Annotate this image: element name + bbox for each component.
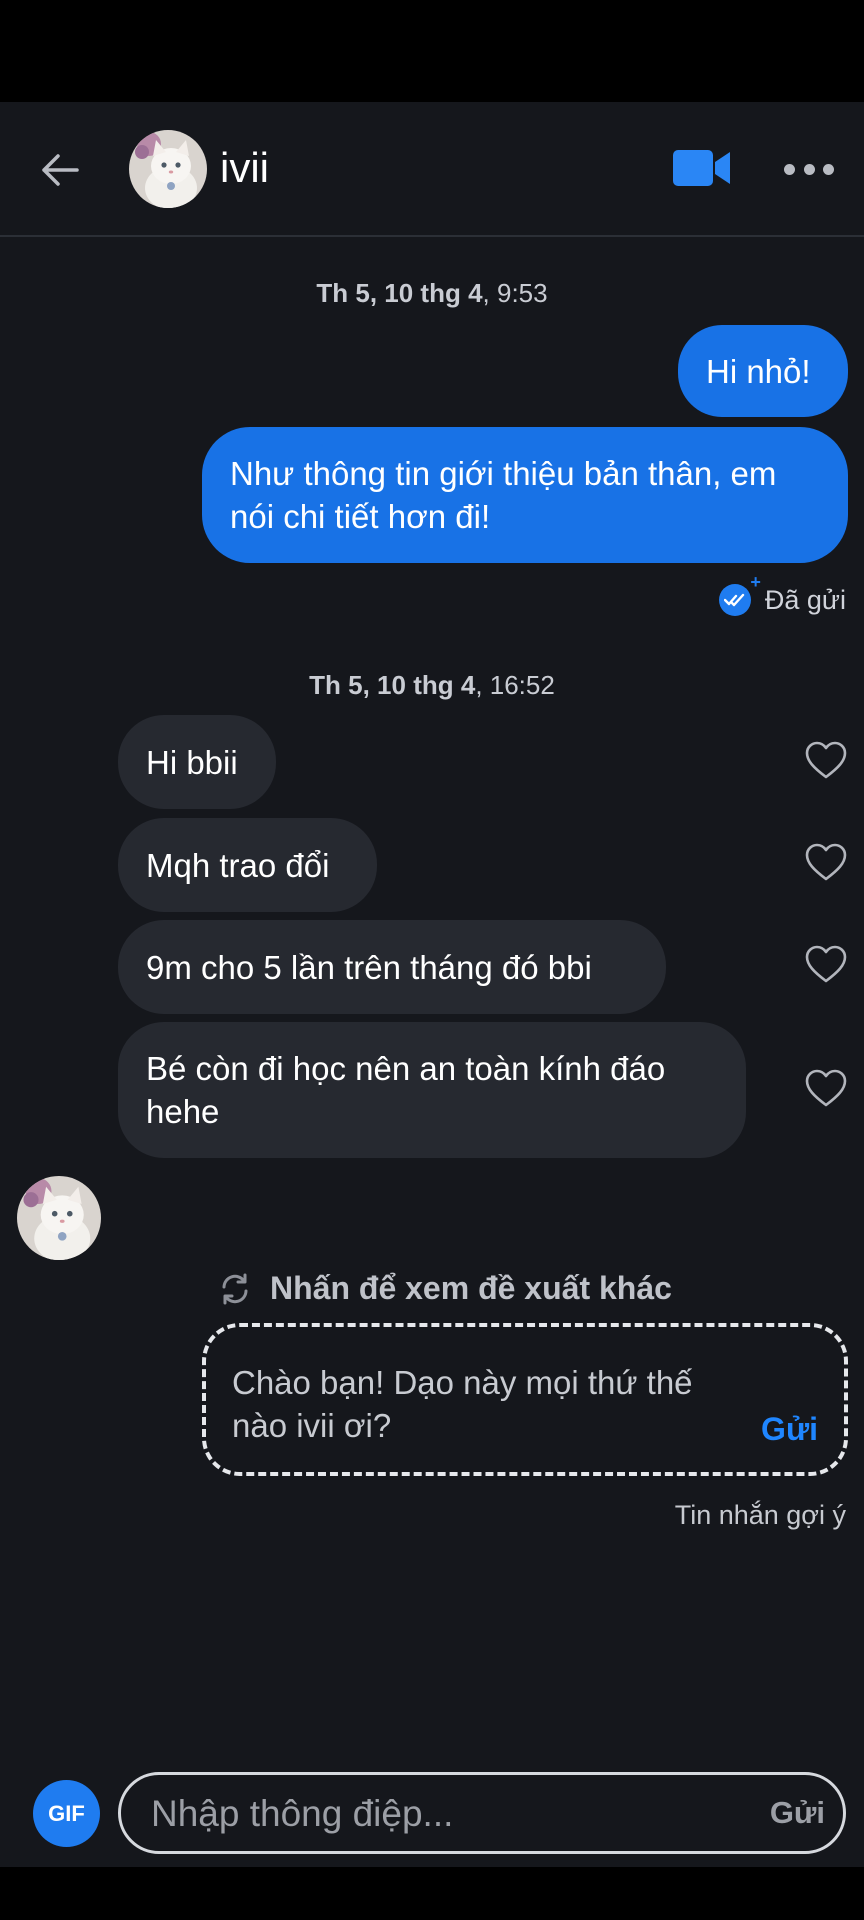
message-text: Như thông tin giới thiệu bản thân, em nó… <box>230 455 777 535</box>
like-button[interactable] <box>804 740 848 780</box>
timestamp-date: Th 5, 10 thg 4 <box>316 278 483 308</box>
contact-avatar[interactable] <box>129 130 207 208</box>
message-text: Hi nhỏ! <box>706 352 811 390</box>
message-text: Mqh trao đổi <box>146 846 330 884</box>
cat-avatar-image <box>129 130 207 208</box>
delivery-status-text: Đã gửi <box>764 584 846 615</box>
status-bar <box>0 0 864 102</box>
contact-name[interactable]: ivii <box>220 144 269 192</box>
contact-avatar[interactable] <box>17 1176 101 1260</box>
refresh-suggestions-label: Nhấn để xem đề xuất khác <box>270 1270 672 1306</box>
refresh-suggestions-button[interactable]: Nhấn để xem đề xuất khác <box>218 1270 672 1307</box>
like-button[interactable] <box>804 944 848 984</box>
gif-button[interactable]: GIF <box>33 1780 100 1847</box>
incoming-message[interactable]: Mqh trao đổi <box>118 818 377 912</box>
heart-icon <box>805 945 847 983</box>
heart-icon <box>805 843 847 881</box>
timestamp-time: , 9:53 <box>482 278 548 308</box>
message-timestamp: Th 5, 10 thg 4, 16:52 <box>0 670 864 701</box>
chat-header: ivii <box>0 102 864 237</box>
delivery-status: + Đã gửi <box>718 572 846 616</box>
more-horizontal-icon <box>823 163 834 175</box>
suggested-message-caption: Tin nhắn gợi ý <box>674 1500 846 1530</box>
heart-icon <box>805 741 847 779</box>
timestamp-date: Th 5, 10 thg 4 <box>309 670 476 700</box>
refresh-icon <box>222 1273 248 1304</box>
video-camera-icon <box>673 150 730 186</box>
heart-icon <box>805 1069 847 1107</box>
video-call-button[interactable] <box>672 146 734 190</box>
incoming-message[interactable]: Bé còn đi học nên an toàn kính đáo hehe <box>118 1022 746 1158</box>
outgoing-message[interactable]: Như thông tin giới thiệu bản thân, em nó… <box>202 427 848 563</box>
message-input[interactable] <box>151 1783 711 1845</box>
more-horizontal-icon <box>784 163 795 175</box>
back-button[interactable] <box>30 140 90 200</box>
send-button[interactable]: Gửi <box>770 1795 825 1831</box>
more-options-button[interactable] <box>784 152 834 186</box>
double-check-icon: + <box>718 572 761 616</box>
message-timestamp: Th 5, 10 thg 4, 9:53 <box>0 278 864 309</box>
like-button[interactable] <box>804 842 848 882</box>
send-suggestion-button[interactable]: Gửi <box>761 1411 818 1448</box>
message-text: Hi bbii <box>146 743 238 781</box>
cat-avatar-image <box>17 1176 101 1260</box>
message-text: Bé còn đi học nên an toàn kính đáo hehe <box>146 1050 666 1130</box>
suggested-message-card[interactable]: Chào bạn! Dạo này mọi thứ thế nào ivii ơ… <box>202 1323 848 1476</box>
message-composer: GIF Gửi <box>0 1766 864 1866</box>
system-navigation-bar <box>0 1867 864 1920</box>
incoming-message[interactable]: Hi bbii <box>118 715 276 809</box>
like-button[interactable] <box>804 1068 848 1108</box>
more-horizontal-icon <box>803 163 815 175</box>
suggested-message-text: Chào bạn! Dạo này mọi thứ thế nào ivii ơ… <box>232 1364 693 1444</box>
incoming-message[interactable]: 9m cho 5 lần trên tháng đó bbi <box>118 920 666 1014</box>
timestamp-time: , 16:52 <box>475 670 555 700</box>
arrow-left-icon <box>42 154 79 186</box>
outgoing-message[interactable]: Hi nhỏ! <box>678 325 848 417</box>
chat-screen: ivii Th 5, 10 thg 4, 9:53 Hi nhỏ! Như th… <box>0 102 864 1867</box>
message-text: 9m cho 5 lần trên tháng đó bbi <box>146 948 592 986</box>
message-input-container: Gửi <box>118 1772 846 1854</box>
